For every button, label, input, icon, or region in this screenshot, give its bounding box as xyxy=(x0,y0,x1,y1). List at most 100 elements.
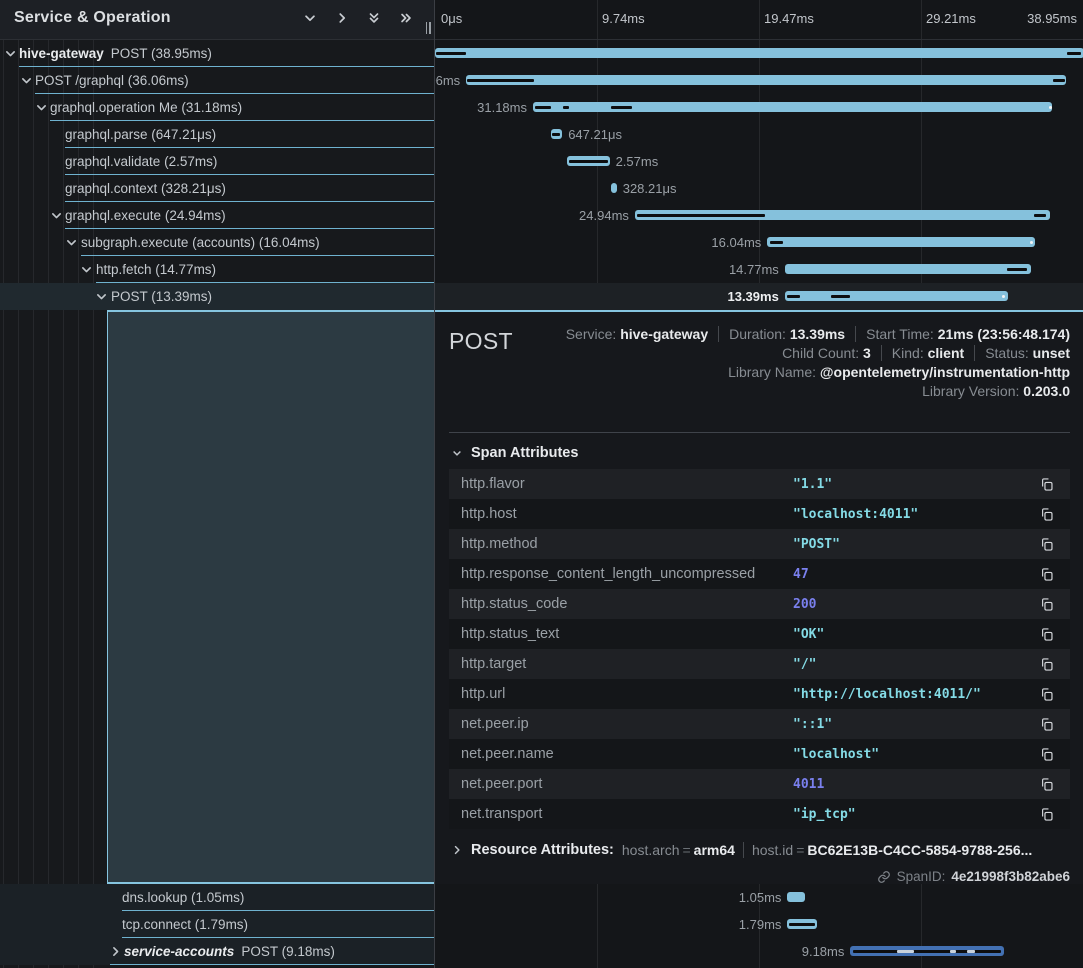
duration-label: 1.05ms xyxy=(739,884,782,911)
copy-icon[interactable] xyxy=(1038,655,1056,674)
attribute-row[interactable]: http.url"http://localhost:4011/" xyxy=(449,679,1070,709)
expand-children-icon[interactable] xyxy=(330,6,354,30)
child-span-marker xyxy=(853,950,1001,953)
attribute-row[interactable]: net.peer.name"localhost" xyxy=(449,739,1070,769)
span-label: service-accountsPOST (9.18ms) xyxy=(124,938,335,965)
child-span-marker xyxy=(1007,268,1026,271)
chevron-down-icon[interactable] xyxy=(80,263,93,276)
attribute-row[interactable]: net.transport"ip_tcp" xyxy=(449,799,1070,829)
chevron-right-icon[interactable] xyxy=(109,945,122,958)
duration-label: 36.06ms xyxy=(435,67,460,94)
timeline-row[interactable]: 328.21μs xyxy=(435,175,1083,202)
span-tree-row[interactable]: graphql.execute (24.94ms) xyxy=(0,202,434,229)
attribute-row[interactable]: http.method"POST" xyxy=(449,529,1070,559)
chevron-down-icon[interactable] xyxy=(65,236,78,249)
span-tree-row[interactable]: tcp.connect (1.79ms) xyxy=(0,911,434,938)
resource-attributes-row[interactable]: Resource Attributes:host.arch=arm64host.… xyxy=(451,842,1070,858)
copy-icon[interactable] xyxy=(1038,775,1056,794)
span-tree-row[interactable]: POST /graphql (36.06ms) xyxy=(0,67,434,94)
attribute-key: http.target xyxy=(461,656,793,672)
chevron-down-icon[interactable] xyxy=(4,47,17,60)
collapse-all-icon[interactable] xyxy=(362,6,386,30)
copy-icon[interactable] xyxy=(1038,595,1056,614)
collapse-children-icon[interactable] xyxy=(298,6,322,30)
span-tree-row[interactable]: http.fetch (14.77ms) xyxy=(0,256,434,283)
span-tree-row[interactable]: graphql.validate (2.57ms) xyxy=(0,148,434,175)
chevron-down-icon[interactable] xyxy=(50,209,63,222)
timeline-row[interactable]: 1.79ms xyxy=(435,911,1083,938)
copy-icon[interactable] xyxy=(1038,565,1056,584)
span-tree-row[interactable]: service-accountsPOST (9.18ms) xyxy=(0,938,434,965)
span-tree-row[interactable]: hive-gatewayPOST (38.95ms) xyxy=(0,40,434,67)
span-bar[interactable] xyxy=(767,237,1034,247)
attribute-row[interactable]: net.peer.ip"::1" xyxy=(449,709,1070,739)
attribute-row[interactable]: http.status_code200 xyxy=(449,589,1070,619)
span-attributes-toggle[interactable]: Span Attributes xyxy=(451,445,578,461)
chevron-down-icon[interactable] xyxy=(95,290,108,303)
span-row-underline xyxy=(110,964,434,966)
span-bar[interactable] xyxy=(785,291,1008,301)
panel-resize-handle[interactable] xyxy=(423,22,433,36)
span-tree-row[interactable]: graphql.parse (647.21μs) xyxy=(0,121,434,148)
timeline-row[interactable]: 16.04ms xyxy=(435,229,1083,256)
timeline-row[interactable]: 13.39ms xyxy=(435,283,1083,310)
timeline-row[interactable]: 24.94ms xyxy=(435,202,1083,229)
tree-toolbar xyxy=(298,6,424,30)
duration-label: 24.94ms xyxy=(579,202,629,229)
copy-icon[interactable] xyxy=(1038,535,1056,554)
attribute-row[interactable]: http.host"localhost:4011" xyxy=(449,499,1070,529)
ruler-tick: 0μs xyxy=(441,11,462,26)
chevron-down-icon[interactable] xyxy=(35,101,48,114)
duration-label: 647.21μs xyxy=(568,121,622,148)
timeline-panel: 0μs9.74ms19.47ms29.21ms38.95ms POST Serv… xyxy=(434,0,1083,968)
copy-icon[interactable] xyxy=(1038,685,1056,704)
span-tree-row[interactable]: POST (13.39ms) xyxy=(0,283,434,310)
chevron-down-icon xyxy=(451,447,463,459)
panel-title: Service & Operation xyxy=(14,9,171,27)
span-label: graphql.parse (647.21μs) xyxy=(65,121,216,148)
span-bar[interactable] xyxy=(466,75,1066,85)
span-label: POST /graphql (36.06ms) xyxy=(35,67,189,94)
attribute-value: 4011 xyxy=(793,777,1038,792)
attribute-key: net.peer.ip xyxy=(461,716,793,732)
chevron-down-icon[interactable] xyxy=(20,74,33,87)
attribute-value: 200 xyxy=(793,597,1038,612)
span-tree-row[interactable]: subgraph.execute (accounts) (16.04ms) xyxy=(0,229,434,256)
meta-item: Service: hive-gateway xyxy=(566,326,708,342)
span-bar[interactable] xyxy=(787,892,805,902)
attribute-row[interactable]: http.flavor"1.1" xyxy=(449,469,1070,499)
attribute-row[interactable]: http.target"/" xyxy=(449,649,1070,679)
timeline-row[interactable]: 1.05ms xyxy=(435,884,1083,911)
span-tree-row[interactable]: graphql.operation Me (31.18ms) xyxy=(0,94,434,121)
timeline-row[interactable] xyxy=(435,40,1083,67)
link-icon[interactable] xyxy=(877,870,891,884)
copy-icon[interactable] xyxy=(1038,475,1056,494)
expand-all-icon[interactable] xyxy=(394,6,418,30)
timeline-row[interactable]: 31.18ms xyxy=(435,94,1083,121)
span-tree-row[interactable]: graphql.context (328.21μs) xyxy=(0,175,434,202)
timeline-row[interactable]: 14.77ms xyxy=(435,256,1083,283)
copy-icon[interactable] xyxy=(1038,625,1056,644)
ruler-tick: 19.47ms xyxy=(764,11,814,26)
timeline-row[interactable]: 2.57ms xyxy=(435,148,1083,175)
copy-icon[interactable] xyxy=(1038,505,1056,524)
span-tree-row[interactable]: dns.lookup (1.05ms) xyxy=(0,884,434,911)
attribute-row[interactable]: http.response_content_length_uncompresse… xyxy=(449,559,1070,589)
copy-icon[interactable] xyxy=(1038,715,1056,734)
timeline-row[interactable]: 9.18ms xyxy=(435,938,1083,965)
timeline-row[interactable]: 36.06ms xyxy=(435,67,1083,94)
span-label: subgraph.execute (accounts) (16.04ms) xyxy=(81,229,320,256)
child-span-marker xyxy=(787,295,800,298)
attribute-row[interactable]: net.peer.port4011 xyxy=(449,769,1070,799)
span-detail-panel: POST Service: hive-gatewayDuration: 13.3… xyxy=(435,310,1083,884)
attribute-row[interactable]: http.status_text"OK" xyxy=(449,619,1070,649)
span-bar[interactable] xyxy=(611,183,617,193)
child-span-marker xyxy=(467,79,533,82)
span-bar[interactable] xyxy=(785,264,1031,274)
timeline-row[interactable]: 647.21μs xyxy=(435,121,1083,148)
span-bar[interactable] xyxy=(435,48,1083,58)
timeline-ruler: 0μs9.74ms19.47ms29.21ms38.95ms xyxy=(435,0,1083,40)
copy-icon[interactable] xyxy=(1038,745,1056,764)
copy-icon[interactable] xyxy=(1038,805,1056,824)
attribute-key: http.method xyxy=(461,536,793,552)
